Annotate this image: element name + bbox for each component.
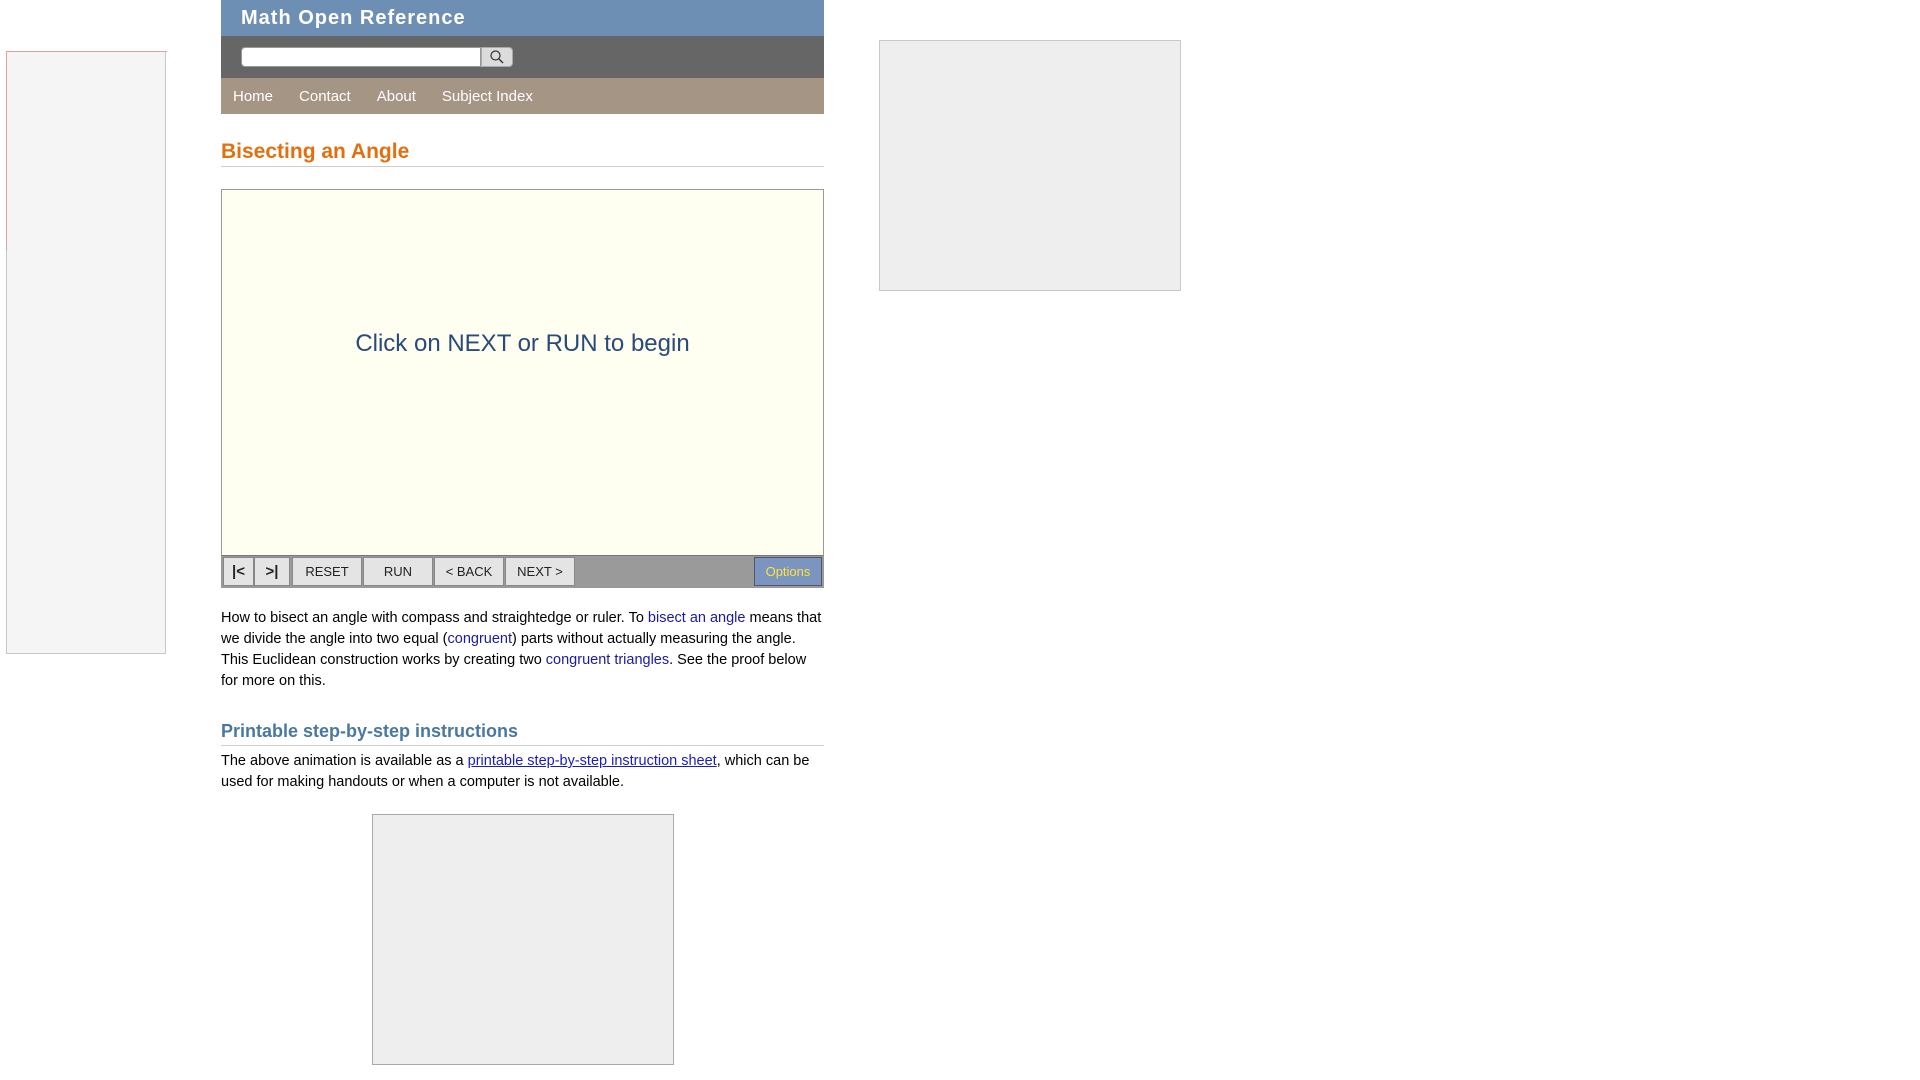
reset-button[interactable]: RESET: [292, 557, 362, 586]
options-button[interactable]: Options: [754, 557, 822, 586]
main-column: Math Open Reference Home Contact About S…: [221, 0, 824, 1065]
bisect-angle-link[interactable]: bisect an angle: [648, 610, 746, 626]
main-nav: Home Contact About Subject Index: [221, 78, 824, 114]
printable-heading: Printable step-by-step instructions: [221, 721, 824, 746]
nav-home[interactable]: Home: [233, 88, 273, 105]
printable-paragraph: The above animation is available as a pr…: [221, 751, 824, 793]
site-title[interactable]: Math Open Reference: [221, 0, 824, 36]
next-button[interactable]: NEXT >: [505, 557, 575, 586]
nav-about[interactable]: About: [377, 88, 416, 105]
congruent-triangles-link[interactable]: congruent triangles: [546, 652, 669, 668]
nav-subject-index[interactable]: Subject Index: [442, 88, 533, 105]
right-ad-placeholder: [879, 40, 1181, 291]
page-title: Bisecting an Angle: [221, 140, 824, 167]
search-button[interactable]: [481, 47, 513, 67]
run-button[interactable]: RUN: [363, 557, 433, 586]
search-input[interactable]: [241, 47, 481, 67]
congruent-link[interactable]: congruent: [448, 631, 513, 647]
printable-sheet-link[interactable]: printable step-by-step instruction sheet: [468, 753, 717, 769]
search-bar: [221, 36, 824, 78]
printable-text-1: The above animation is available as a: [221, 753, 468, 769]
bottom-ad-placeholder: [372, 814, 674, 1065]
intro-paragraph: How to bisect an angle with compass and …: [221, 608, 824, 692]
applet-controls: |< >| RESET RUN < BACK NEXT > Options: [222, 555, 823, 587]
last-step-button[interactable]: >|: [254, 557, 290, 586]
applet-message: Click on NEXT or RUN to begin: [355, 330, 690, 357]
first-step-button[interactable]: |<: [223, 557, 254, 586]
left-ad-placeholder: [6, 51, 167, 654]
intro-text-1: How to bisect an angle with compass and …: [221, 610, 648, 626]
search-icon: [490, 50, 504, 64]
construction-applet[interactable]: Click on NEXT or RUN to begin |< >| RESE…: [221, 189, 824, 588]
nav-contact[interactable]: Contact: [299, 88, 351, 105]
ad-border-accent: [6, 51, 167, 251]
back-button[interactable]: < BACK: [434, 557, 504, 586]
